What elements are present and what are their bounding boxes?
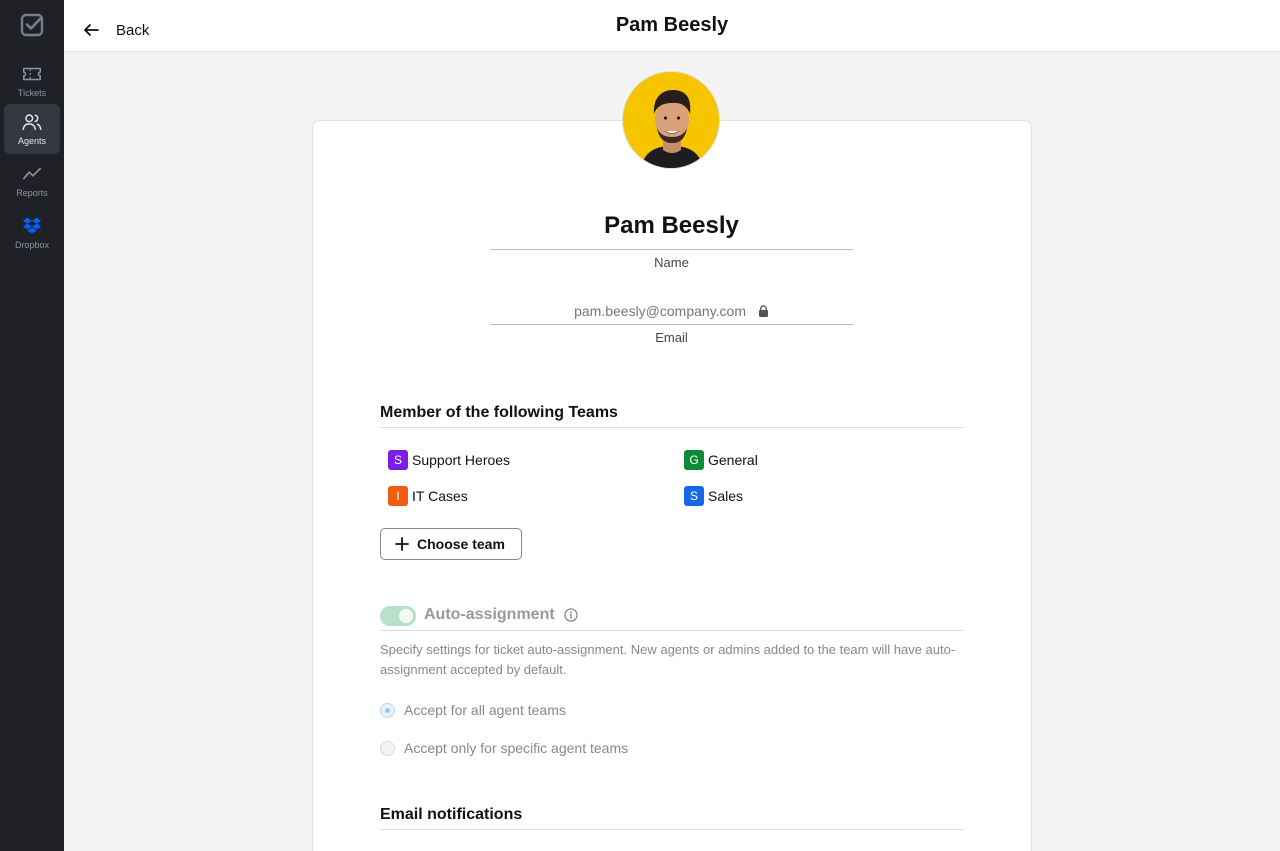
email-field: pam.beesly@company.com <box>490 303 853 319</box>
radio-accept-specific[interactable]: Accept only for specific agent teams <box>380 738 628 758</box>
auto-assignment-title: Auto-assignment <box>424 606 555 623</box>
auto-assignment-description: Specify settings for ticket auto-assignm… <box>380 642 956 677</box>
radio-label: Accept for all agent teams <box>404 702 566 718</box>
email-value: pam.beesly@company.com <box>574 303 747 319</box>
email-underline <box>490 324 853 325</box>
team-item: I IT Cases <box>388 486 468 506</box>
auto-assignment-toggle[interactable] <box>380 606 416 626</box>
ticket-icon <box>23 67 41 81</box>
plus-icon <box>395 537 409 551</box>
sidebar-item-reports[interactable]: Reports <box>4 156 60 206</box>
info-icon[interactable] <box>564 608 578 622</box>
radio-button[interactable] <box>380 702 395 718</box>
sidebar-item-label: Tickets <box>17 88 47 98</box>
sidebar-item-label: Reports <box>16 188 48 198</box>
name-underline <box>490 249 853 250</box>
team-badge: I <box>388 486 408 506</box>
team-badge: S <box>388 450 408 470</box>
sidebar-item-dropbox[interactable]: Dropbox <box>4 208 60 258</box>
lock-icon <box>758 305 768 317</box>
team-name: Support Heroes <box>412 452 511 468</box>
team-name: IT Cases <box>412 488 468 504</box>
page-title: Pam Beesly <box>615 14 729 36</box>
radio-accept-all[interactable]: Accept for all agent teams <box>380 700 566 720</box>
top-header: Back Pam Beesly <box>64 0 1280 52</box>
name-label: Name <box>654 255 689 270</box>
team-badge: G <box>684 450 704 470</box>
team-name: General <box>708 452 758 468</box>
sidebar-item-label: Agents <box>17 136 47 146</box>
avatar-image <box>623 72 719 168</box>
team-item: S Support Heroes <box>388 450 510 470</box>
app-logo-icon[interactable] <box>20 13 44 37</box>
dropbox-icon <box>22 217 42 234</box>
sidebar: Tickets Agents Reports Dropbox <box>0 0 64 851</box>
avatar[interactable] <box>622 71 720 169</box>
team-badge: S <box>684 486 704 506</box>
agent-name-field[interactable]: Pam Beesly <box>490 212 853 240</box>
radio-button[interactable] <box>380 740 395 756</box>
divider <box>380 630 964 631</box>
choose-team-label: Choose team <box>417 536 505 552</box>
chart-line-icon <box>22 167 42 180</box>
team-item: G General <box>684 450 758 470</box>
team-name: Sales <box>708 488 744 504</box>
radio-label: Accept only for specific agent teams <box>404 740 629 756</box>
users-icon <box>22 114 42 131</box>
divider <box>380 427 964 428</box>
sidebar-item-label: Dropbox <box>14 240 50 250</box>
email-notifications-title: Email notifications <box>380 806 523 823</box>
sidebar-item-agents[interactable]: Agents <box>4 104 60 154</box>
choose-team-button[interactable]: Choose team <box>380 528 522 560</box>
sidebar-item-tickets[interactable]: Tickets <box>4 56 60 106</box>
teams-section-title: Member of the following Teams <box>380 404 618 421</box>
divider <box>380 829 964 830</box>
email-label: Email <box>655 330 688 345</box>
team-item: S Sales <box>684 486 743 506</box>
toggle-knob <box>399 609 413 623</box>
